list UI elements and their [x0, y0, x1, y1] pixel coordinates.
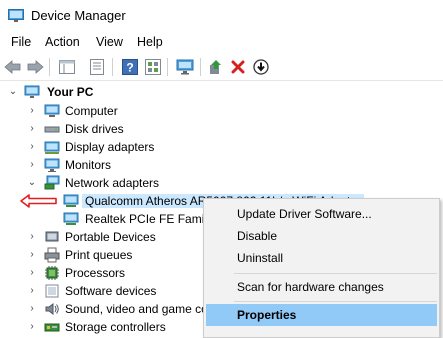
toolbar-separator: [112, 58, 113, 76]
menu-scan-hardware[interactable]: Scan for hardware changes: [206, 276, 437, 298]
menu-properties[interactable]: Properties: [206, 304, 437, 326]
expand-chevron-icon[interactable]: ›: [27, 267, 37, 279]
menu-view[interactable]: View: [96, 35, 123, 49]
menu-update-driver[interactable]: Update Driver Software...: [206, 203, 437, 225]
expand-chevron-icon[interactable]: ›: [27, 285, 37, 297]
expand-chevron-icon[interactable]: ›: [27, 231, 37, 243]
properties-panel-icon[interactable]: [57, 57, 77, 77]
tree-root-label: Your PC: [47, 85, 94, 99]
menu-separator: [234, 273, 437, 274]
sound-icon: [45, 303, 59, 315]
computer-icon: [24, 85, 40, 98]
svg-text:?: ?: [126, 61, 133, 75]
back-arrow-icon[interactable]: [3, 57, 23, 77]
tree-item-disk-drives[interactable]: › Disk drives: [0, 120, 443, 138]
monitor-icon: [44, 158, 60, 172]
tree-item-label: Portable Devices: [65, 230, 156, 244]
tree-item-label: Storage controllers: [65, 320, 166, 334]
disk-drive-icon: [44, 126, 60, 133]
menu-item-label: Uninstall: [237, 251, 284, 265]
menu-separator: [234, 301, 437, 302]
printer-icon: [44, 247, 60, 263]
expand-chevron-icon[interactable]: ›: [27, 123, 37, 135]
tree-item-label: Computer: [65, 104, 118, 118]
tree-item-computer[interactable]: › Computer: [0, 102, 443, 120]
display-adapter-icon: [44, 141, 60, 154]
forward-arrow-icon[interactable]: [25, 57, 45, 77]
tree-item-label: Processors: [65, 266, 126, 280]
download-icon[interactable]: [251, 57, 271, 77]
network-adapter-icon: [44, 175, 60, 190]
menu-bar: File Action View Help: [0, 32, 443, 52]
context-menu: Update Driver Software... Disable Uninst…: [203, 198, 440, 338]
menu-item-label: Update Driver Software...: [237, 207, 372, 221]
network-card-icon: [63, 194, 79, 207]
menu-help[interactable]: Help: [137, 35, 163, 49]
title-bar: Device Manager: [0, 0, 443, 31]
tree-item-display-adapters[interactable]: › Display adapters: [0, 138, 443, 156]
show-hidden-icon[interactable]: [143, 57, 163, 77]
computer-icon: [44, 104, 60, 117]
menu-item-label: Scan for hardware changes: [237, 280, 384, 294]
expand-chevron-icon[interactable]: ›: [27, 321, 37, 333]
tree-item-label: Disk drives: [65, 122, 124, 136]
menu-item-label: Properties: [237, 308, 297, 322]
monitor-scan-icon[interactable]: [175, 57, 195, 77]
expand-chevron-icon[interactable]: ›: [27, 159, 37, 171]
update-driver-icon[interactable]: [206, 57, 226, 77]
menu-action[interactable]: Action: [45, 35, 80, 49]
collapse-chevron-icon[interactable]: ⌄: [8, 86, 18, 98]
expand-chevron-icon[interactable]: ›: [27, 141, 37, 153]
tree-root[interactable]: ⌄ Your PC: [0, 83, 443, 101]
menu-item-label: Disable: [237, 229, 278, 243]
uninstall-icon[interactable]: [228, 57, 248, 77]
expand-chevron-icon[interactable]: ›: [27, 105, 37, 117]
storage-controller-icon: [44, 323, 60, 332]
collapse-chevron-icon[interactable]: ⌄: [27, 177, 37, 189]
portable-device-icon: [45, 231, 59, 242]
tree-item-network-adapters[interactable]: ⌄ Network adapters: [0, 174, 443, 192]
tree-item-label: Print queues: [65, 248, 133, 262]
processor-icon: [45, 266, 59, 280]
expand-chevron-icon[interactable]: ›: [27, 303, 37, 315]
tree-item-label: Monitors: [65, 158, 112, 172]
toolbar: ?: [0, 53, 443, 81]
menu-file[interactable]: File: [11, 35, 31, 49]
help-icon[interactable]: ?: [120, 57, 140, 77]
device-manager-icon: [8, 9, 24, 22]
toolbar-separator: [167, 58, 168, 76]
device-list-icon[interactable]: [87, 57, 107, 77]
menu-disable[interactable]: Disable: [206, 225, 437, 247]
tree-item-label: Network adapters: [65, 176, 160, 190]
menu-uninstall[interactable]: Uninstall: [206, 247, 437, 269]
red-arrow-icon: [20, 194, 57, 208]
toolbar-separator: [200, 58, 201, 76]
window-title: Device Manager: [31, 8, 126, 23]
tree-item-label: Display adapters: [65, 140, 155, 154]
tree-item-monitors[interactable]: › Monitors: [0, 156, 443, 174]
expand-chevron-icon[interactable]: ›: [27, 249, 37, 261]
tree-item-label: Software devices: [65, 284, 157, 298]
software-device-icon: [45, 284, 59, 298]
toolbar-separator: [49, 58, 50, 76]
network-card-icon: [63, 212, 79, 225]
